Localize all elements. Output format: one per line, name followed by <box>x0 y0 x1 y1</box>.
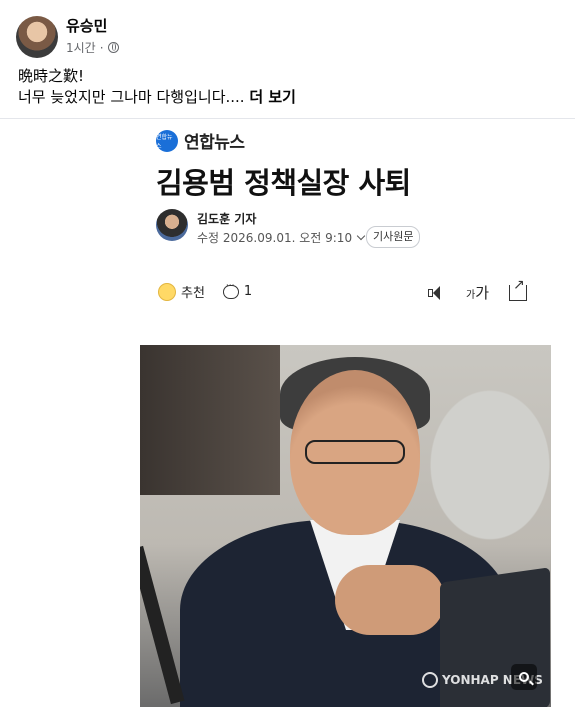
post-text-line2-content: 너무 늦었지만 그나마 다행입니다.... <box>18 88 245 106</box>
facebook-post: 유승민 1시간 · 晩時之歎! 너무 늦었지만 그나마 다행입니다.... 더 … <box>0 0 575 707</box>
reporter-name[interactable]: 김도훈 기자 <box>197 210 256 227</box>
see-more-link[interactable]: 더 보기 <box>249 88 296 106</box>
reporter-avatar[interactable] <box>156 209 188 241</box>
share-icon[interactable] <box>509 277 528 301</box>
smile-icon <box>158 282 176 301</box>
article-date[interactable]: 수정 2026.09.01. 오전 9:10 <box>197 229 366 246</box>
yonhap-logo-icon <box>422 672 438 688</box>
publisher-logo-icon: 연합뉴스 <box>156 129 178 152</box>
article-headline[interactable]: 김용범 정책실장 사퇴 <box>156 160 411 202</box>
globe-icon[interactable] <box>107 42 119 53</box>
font-size-small-glyph: 가 <box>466 290 476 301</box>
photo-background-wall <box>140 345 280 495</box>
recommend-label: 추천 <box>181 286 205 301</box>
article-date-text: 수정 2026.09.01. 오전 9:10 <box>197 231 353 245</box>
font-size-button[interactable]: 가가 <box>466 282 489 303</box>
zoom-button[interactable] <box>511 664 537 690</box>
chevron-down-icon <box>356 231 366 241</box>
article-actions-right: 가가 <box>428 277 528 303</box>
article-photo[interactable] <box>140 345 551 707</box>
comment-button[interactable]: 1 <box>222 281 253 299</box>
speaker-icon[interactable] <box>428 285 446 301</box>
post-text-line1: 晩時之歎! <box>18 67 85 85</box>
publisher-logo[interactable]: 연합뉴스 연합뉴스 <box>156 128 245 153</box>
photo-glasses <box>305 440 405 464</box>
post-text-line2: 너무 늦었지만 그나마 다행입니다.... 더 보기 <box>18 87 296 108</box>
meta-separator: · <box>99 40 104 55</box>
post-text: 晩時之歎! 너무 늦었지만 그나마 다행입니다.... 더 보기 <box>18 66 296 108</box>
comment-icon <box>222 281 239 299</box>
publisher-name: 연합뉴스 <box>184 133 245 153</box>
article-actions-left: 추천 1 <box>158 281 253 301</box>
photo-microphone <box>140 545 185 705</box>
magnify-icon <box>519 672 529 682</box>
author-name[interactable]: 유승민 <box>66 15 107 36</box>
author-avatar[interactable] <box>16 16 58 58</box>
recommend-button[interactable]: 추천 <box>158 282 205 301</box>
comment-count: 1 <box>243 284 253 299</box>
photo-hand <box>335 565 445 635</box>
post-meta: 1시간 · <box>66 39 119 56</box>
post-time[interactable]: 1시간 <box>66 39 96 56</box>
original-article-button[interactable]: 기사원문 <box>366 226 421 248</box>
font-size-large-glyph: 가 <box>475 284 490 302</box>
